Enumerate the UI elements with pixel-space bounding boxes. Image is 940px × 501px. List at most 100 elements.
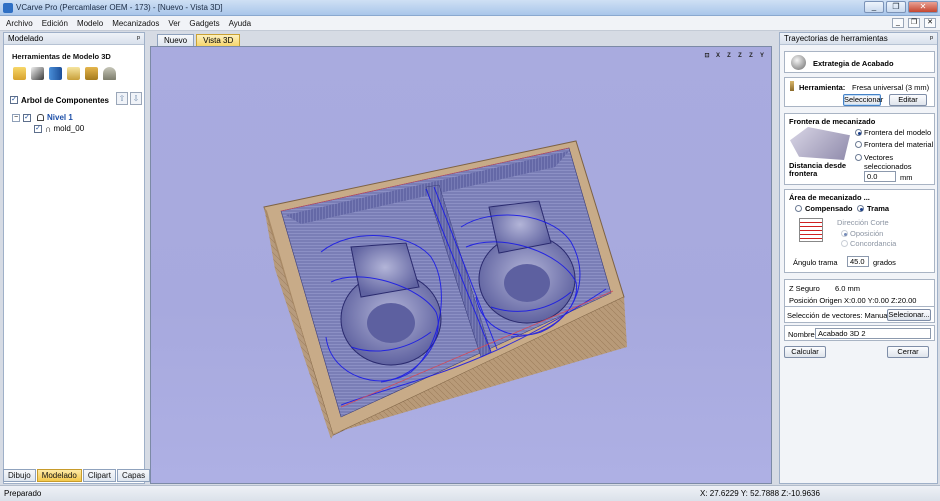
view-z-front-icon[interactable]: Z [746,51,756,61]
select-vectors-button[interactable]: Selecionar... [887,309,931,321]
tab-capas[interactable]: Capas [116,469,151,482]
vector-selection-box: Selección de vectores: Manual Selecionar… [784,307,935,323]
boundary-box: Frontera de mecanizado Frontera del mode… [784,113,935,185]
offset-radio[interactable] [795,205,802,212]
cut-direction-option: Concordancia [850,239,897,248]
modeling-toolbar [13,67,144,80]
modeling-tools-title: Herramientas de Modelo 3D [12,52,111,61]
calculate-button[interactable]: Calcular [784,346,826,358]
boundary-eagle-preview-icon [790,127,850,160]
left-panel-tabs: Dibujo Modelado Clipart Capas [3,469,151,482]
document-tabs: Nuevo Vista 3D [157,34,241,46]
tree-item-label: mold_00 [53,124,85,133]
modeling-panel-header: Modelado ᵖ [4,33,144,45]
move-up-button[interactable]: ⇧ [116,92,128,105]
area-option-label: Trama [867,204,890,213]
menu-mecanizados[interactable]: Mecanizados [112,19,159,28]
tree-item-label: Nivel 1 [47,113,73,122]
3d-viewport[interactable]: ⊡ X Z Z Z Y [150,46,772,484]
toolpaths-panel-header: Trayectorias de herramientas ᵖ [780,33,937,45]
fit-view-icon[interactable]: ⊡ [702,51,712,61]
view-z-top-icon[interactable]: Z [735,51,745,61]
home-position-text: Posición Origen X:0.00 Y:0.00 Z:20.00 [789,296,917,305]
distance-unit: mm [900,173,913,182]
doc-close-button[interactable]: ✕ [924,18,936,28]
pile-icon[interactable] [103,67,116,80]
menu-gadgets[interactable]: Gadgets [189,19,219,28]
boundary-model-radio[interactable] [855,129,862,136]
lock-icon[interactable] [85,67,98,80]
finishing-strategy-icon [791,55,806,70]
area-title: Área de mecanizado ... [789,193,870,202]
tool-name: Fresa universal (3 mm) [852,83,930,92]
tab-modelado[interactable]: Modelado [36,469,82,482]
toolpaths-panel-title: Trayectorias de herramientas [784,34,888,43]
select-tool-button[interactable]: Seleccionar [843,94,883,106]
tree-item-level-1[interactable]: − ✓ Nivel 1 [12,112,144,123]
tree-expander[interactable]: − [12,113,20,122]
menu-ver[interactable]: Ver [168,19,180,28]
name-box: Nombre: Acabado 3D 2 [784,325,935,341]
window-title: VCarve Pro (Percamlaser OEM - 173) - [Nu… [16,3,223,12]
close-button[interactable]: ✕ [908,1,938,13]
component-tree-checkbox[interactable]: ✓ [10,96,18,104]
tab-nuevo[interactable]: Nuevo [157,34,195,46]
pin-icon[interactable]: ᵖ [930,33,933,45]
move-down-button[interactable]: ⇩ [130,92,142,105]
cut-direction-option: Oposición [850,229,884,238]
wrench-icon[interactable] [31,67,44,80]
component-tree: − ✓ Nivel 1 ✓ ∩ mold_00 [12,112,144,134]
close-panel-button[interactable]: Cerrar [887,346,929,358]
conventional-radio[interactable] [841,240,848,247]
cut-direction-label: Dirección Corte [837,218,889,227]
modeling-panel: Modelado ᵖ Herramientas de Modelo 3D ✓ A… [3,32,145,484]
component-tree-title: Arbol de Componentes [21,95,110,105]
tab-clipart[interactable]: Clipart [82,469,116,482]
view-y-icon[interactable]: Y [757,51,767,61]
boundary-vectors-radio[interactable] [855,154,862,161]
climb-radio[interactable] [841,230,848,237]
view-x-icon[interactable]: X [713,51,723,61]
boundary-option-label: Frontera del modelo [864,128,932,137]
strategy-title: Extrategia de Acabado [813,59,894,68]
restore-button[interactable]: ❐ [886,1,906,13]
menu-modelo[interactable]: Modelo [77,19,103,28]
menu-edicion[interactable]: Edición [42,19,68,28]
boundary-material-radio[interactable] [855,141,862,148]
angle-label: Ángulo trama [793,258,838,267]
minimize-button[interactable]: _ [864,1,884,13]
boundary-title: Frontera de mecanizado [789,117,876,126]
machining-area-box: Área de mecanizado ... Compensado Trama … [784,189,935,273]
raster-angle-input[interactable]: 45.0 [847,256,869,267]
distance-label: Distancia desde frontera [789,161,847,178]
level-visible-checkbox[interactable]: ✓ [23,113,31,122]
menu-bar: Archivo Edición Modelo Mecanizados Ver G… [0,16,940,31]
boundary-option-label: Vectores seleccionados [864,153,912,171]
boundary-option-label: Frontera del material [864,140,934,149]
cursor-coordinates: X: 27.6229 Y: 52.7888 Z:-10.9636 [700,489,820,498]
tab-dibujo[interactable]: Dibujo [3,469,36,482]
tree-item-mold[interactable]: ✓ ∩ mold_00 [34,123,144,134]
vector-selection-label: Selección de vectores: Manual [787,311,890,320]
toolpath-preview [263,140,627,439]
arrow-right-icon[interactable] [49,67,62,80]
edit-pencil-icon[interactable] [67,67,80,80]
menu-ayuda[interactable]: Ayuda [229,19,252,28]
distance-input[interactable]: 0.0 [864,171,896,182]
doc-restore-button[interactable]: ❐ [908,18,920,28]
lock-icon [37,114,44,121]
view-z-icon[interactable]: Z [724,51,734,61]
toolpath-name-input[interactable]: Acabado 3D 2 [815,328,931,339]
pin-icon[interactable]: ᵖ [137,33,140,45]
doc-minimize-button[interactable]: _ [892,18,904,28]
tab-vista-3d[interactable]: Vista 3D [196,34,241,46]
menu-archivo[interactable]: Archivo [6,19,33,28]
edit-tool-button[interactable]: Editar [889,94,927,106]
raster-radio[interactable] [857,205,864,212]
open-folder-icon[interactable] [13,67,26,80]
title-bar: VCarve Pro (Percamlaser OEM - 173) - [Nu… [0,0,940,16]
safe-z-box: Z Seguro 6.0 mm Posición Origen X:0.00 Y… [784,279,935,307]
area-option-label: Compensado [805,204,853,213]
safe-z-label: Z Seguro [789,284,820,293]
component-visible-checkbox[interactable]: ✓ [34,124,42,133]
